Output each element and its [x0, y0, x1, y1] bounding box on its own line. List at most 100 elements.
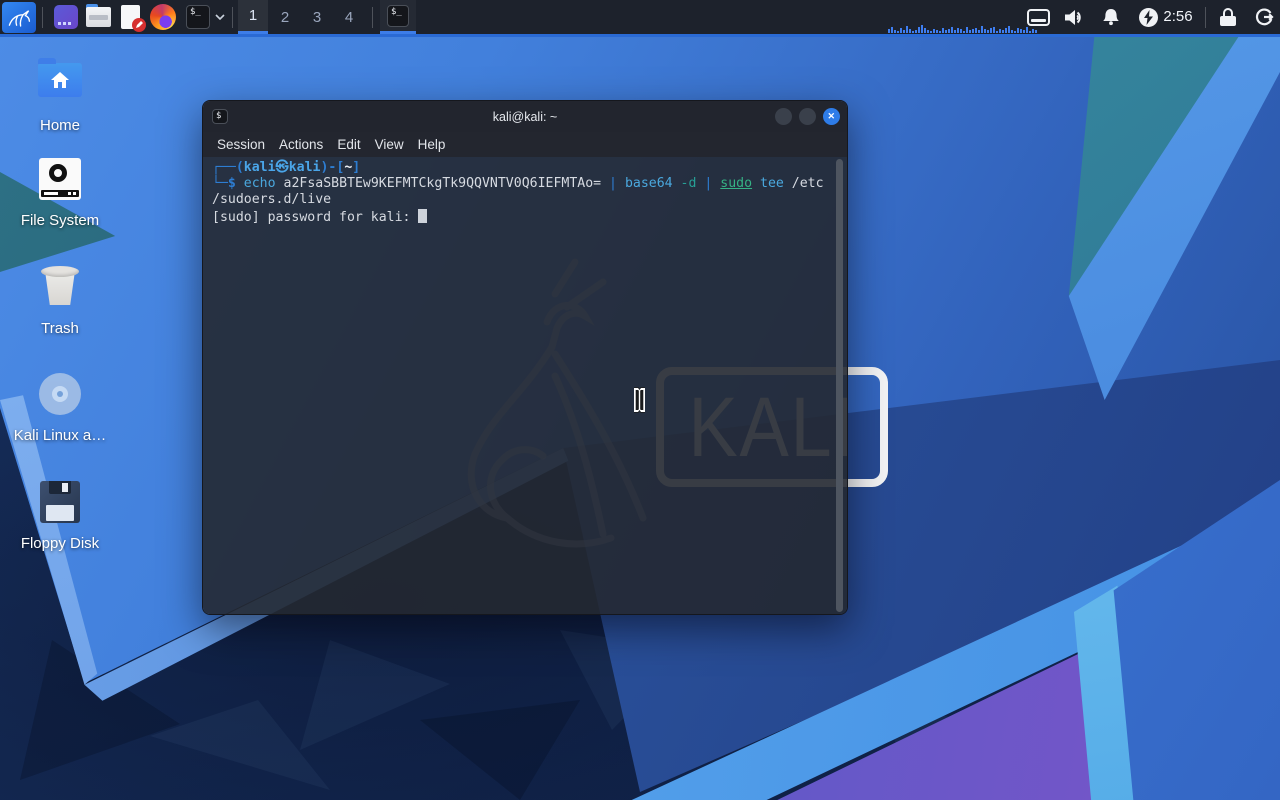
load-bar: [924, 28, 926, 33]
load-bar: [996, 31, 998, 33]
menu-view[interactable]: View: [375, 137, 404, 152]
desktop-icon-label: Home: [39, 117, 80, 134]
load-bar: [960, 29, 962, 33]
mouse-ibeam-cursor: [634, 387, 645, 413]
load-bar: [948, 29, 950, 33]
load-bar: [942, 28, 944, 33]
terminal-text-segment: ]: [352, 160, 361, 175]
terminal-text-segment: echo: [243, 176, 276, 192]
load-bar: [894, 30, 896, 33]
load-bar: [975, 28, 977, 33]
top-panel: $_ 1 2 3 4 $_ 2:56: [0, 0, 1280, 37]
panel-separator: [232, 7, 233, 28]
menu-help[interactable]: Help: [418, 137, 446, 152]
terminal-text-segment: /sudoers.d/live: [212, 192, 332, 208]
terminal-text-segment: )-[: [320, 160, 345, 175]
volume-icon: [1064, 9, 1081, 25]
load-bar: [915, 30, 917, 33]
volume-control[interactable]: [1058, 0, 1090, 34]
launcher-firefox[interactable]: [148, 2, 178, 32]
logout-button[interactable]: [1248, 0, 1280, 34]
panel-clock[interactable]: 2:56: [1160, 0, 1196, 34]
desktop-icon-label: Trash: [41, 320, 79, 337]
load-bar: [927, 30, 929, 33]
terminal-output[interactable]: ┌──(kali㉿kali)-[~] └─$ echo a2FsaSBBTEw9K…: [203, 157, 847, 614]
workspace-3[interactable]: 3: [302, 0, 332, 34]
load-bar: [954, 30, 956, 33]
floppy-icon: [36, 481, 84, 525]
cpu-load-graph[interactable]: [888, 22, 1038, 33]
panel-separator: [1205, 7, 1206, 28]
load-bar: [999, 29, 1001, 33]
terminal-text-segment: kali㉿kali: [243, 160, 321, 175]
close-button[interactable]: ✕: [823, 108, 840, 125]
load-bar: [897, 31, 899, 33]
touchpad-indicator[interactable]: [1022, 0, 1054, 34]
load-bar: [921, 25, 923, 33]
desktop-icon-home[interactable]: Home: [5, 55, 115, 134]
menu-session[interactable]: Session: [217, 137, 265, 152]
load-bar: [972, 29, 974, 33]
desktop-icon-label: Kali Linux a…: [13, 427, 107, 444]
chevron-down-icon: [215, 14, 225, 20]
load-bar: [906, 26, 908, 33]
terminal-scrollbar[interactable]: [836, 159, 843, 612]
terminal-text-segment: ┌──(: [212, 160, 244, 175]
desktop-icon-filesystem[interactable]: File System: [5, 158, 115, 229]
terminal-text: ┌──(kali㉿kali)-[~] └─$ echo a2FsaSBBTEw9K…: [212, 160, 824, 226]
menu-edit[interactable]: Edit: [337, 137, 360, 152]
load-bar: [933, 29, 935, 33]
terminal-text-segment: /etc: [783, 176, 824, 192]
launcher-file-manager[interactable]: [84, 2, 112, 32]
workspace-1[interactable]: 1: [238, 0, 268, 34]
load-bar: [969, 30, 971, 33]
workspace-2[interactable]: 2: [270, 0, 300, 34]
terminal-line-2: └─$ echo a2FsaSBBTEw9KEFMTCkgTk9QQVNTV0Q…: [212, 176, 824, 192]
load-bar: [888, 29, 890, 33]
menu-actions[interactable]: Actions: [279, 137, 323, 152]
load-bar: [903, 30, 905, 33]
launcher-terminal[interactable]: $_: [184, 2, 212, 32]
terminal-line-3: /sudoers.d/live: [212, 192, 824, 208]
desktop-icon-floppy[interactable]: Floppy Disk: [5, 481, 115, 552]
drive-icon: [36, 158, 84, 202]
minimize-button[interactable]: [775, 108, 792, 125]
load-bar: [963, 31, 965, 33]
kali-desktop: KALI Home File System Trash Kali Linux a…: [0, 0, 1280, 800]
launcher-text-editor[interactable]: [117, 2, 146, 32]
kali-menu-button[interactable]: [2, 2, 36, 33]
load-bar: [1005, 28, 1007, 33]
load-bar: [912, 31, 914, 33]
load-bar: [945, 30, 947, 33]
launcher-app-finder[interactable]: [52, 2, 80, 32]
taskbar-terminal-button[interactable]: $_: [380, 0, 416, 34]
terminal-line-1: ┌──(kali㉿kali)-[~]: [212, 160, 824, 176]
desktop-icon-kali-cd[interactable]: Kali Linux a…: [5, 373, 115, 444]
load-bar: [1008, 26, 1010, 33]
load-bar: [951, 27, 953, 33]
app-finder-icon: [54, 5, 78, 29]
power-icon: [1138, 7, 1158, 27]
load-bar: [936, 30, 938, 33]
trash-icon: [36, 266, 84, 310]
terminal-text-segment: base64: [624, 176, 673, 192]
terminal-cursor: [418, 208, 427, 223]
terminal-text-segment: a2FsaSBBTEw9KEFMTCkgTk9QQVNTV0Q6IEFMTAo=: [275, 176, 610, 192]
desktop-icon-trash[interactable]: Trash: [5, 266, 115, 337]
lock-screen-button[interactable]: [1212, 0, 1244, 34]
terminal-titlebar[interactable]: $ kali@kali: ~ ✕: [203, 101, 847, 132]
load-bar: [984, 29, 986, 33]
kali-logo-icon: [8, 9, 31, 27]
terminal-dropdown-button[interactable]: [212, 2, 228, 32]
terminal-window: $ kali@kali: ~ ✕ Session Actions Edit Vi…: [202, 100, 848, 615]
desktop-icon-label: Floppy Disk: [20, 535, 100, 552]
load-bar: [957, 28, 959, 33]
firefox-icon: [150, 4, 176, 30]
load-bar: [1011, 30, 1013, 33]
maximize-button[interactable]: [799, 108, 816, 125]
workspace-4[interactable]: 4: [334, 0, 364, 34]
disc-icon: [36, 373, 84, 417]
notifications[interactable]: [1096, 0, 1126, 34]
